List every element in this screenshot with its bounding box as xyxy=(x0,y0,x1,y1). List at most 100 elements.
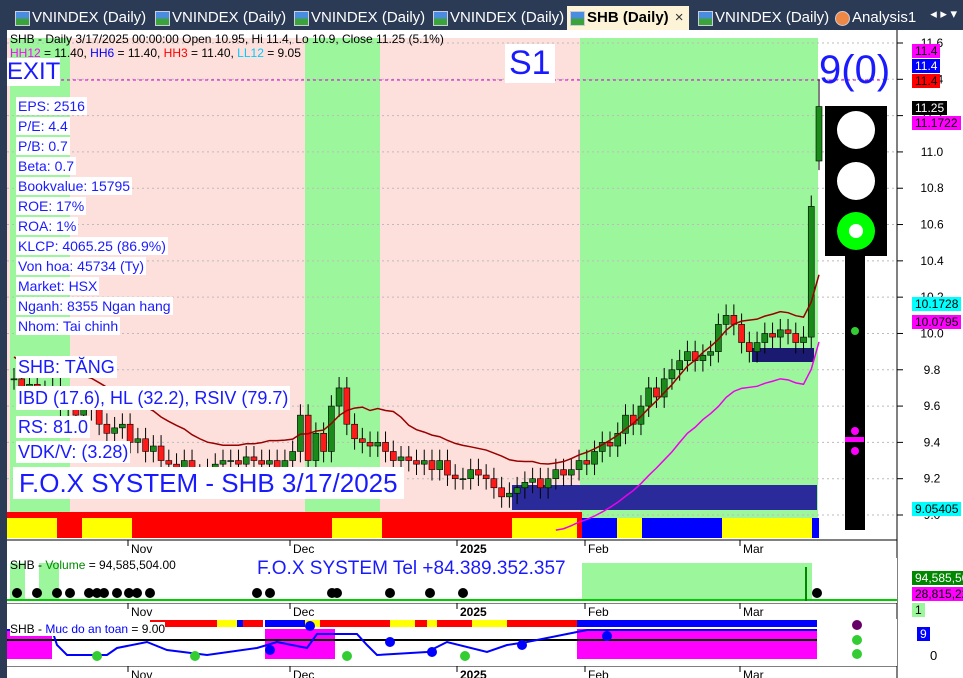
x-tick-label: 2025 xyxy=(460,605,487,619)
safety-symbol: SHB - xyxy=(10,622,46,636)
fundamental-item: Bookvalue: 15795 xyxy=(16,177,133,195)
candle-body xyxy=(436,460,444,470)
candle-body xyxy=(10,378,18,381)
fundamental-item: EPS: 2516 xyxy=(16,97,87,115)
close-tab-icon[interactable]: × xyxy=(675,9,684,26)
volume-value: = 94,585,504.00 xyxy=(85,558,176,572)
candle-body xyxy=(366,442,374,447)
safety-dot xyxy=(517,640,527,650)
safety-dot xyxy=(602,631,612,641)
candle-body xyxy=(544,478,552,489)
volume-dot xyxy=(32,588,42,598)
candle-body xyxy=(684,351,691,361)
signal-bar-segment xyxy=(617,518,642,538)
chart-header: SHB - Daily 3/17/2025 00:00:00 Open 10.9… xyxy=(10,32,444,46)
score-label: 9(0) xyxy=(819,48,891,92)
tab-shb[interactable]: SHB (Daily) × xyxy=(567,6,690,30)
signal-bar-segment xyxy=(642,518,722,538)
safety-bar-segment xyxy=(243,620,263,627)
signal-bar-segment xyxy=(582,518,617,538)
signal-bar-segment xyxy=(132,518,302,538)
candle-body xyxy=(111,427,118,434)
signal-bar-segment xyxy=(7,518,57,538)
candle-body xyxy=(242,456,250,465)
candle-body xyxy=(157,445,165,461)
chart-icon xyxy=(433,11,448,26)
candle-body xyxy=(815,106,823,162)
support-zone xyxy=(512,485,817,510)
candle-body xyxy=(335,387,343,407)
analysis-icon xyxy=(835,11,850,26)
candle-body xyxy=(451,474,459,479)
price-chart[interactable]: 11.611.411.211.010.810.610.410.210.09.89… xyxy=(7,30,963,678)
candle-body xyxy=(134,438,142,443)
x-tick-label: Feb xyxy=(588,542,609,556)
signal-bar-segment xyxy=(332,518,382,538)
safety-bar-segment xyxy=(390,620,415,627)
volume-dot xyxy=(252,588,262,598)
candle-body xyxy=(142,438,149,452)
rs-label: RS: 81.0 xyxy=(16,416,91,438)
safety-bar-segment xyxy=(472,620,507,627)
ratings-label: IBD (17.6), HL (32.2), RSIV (79.7) xyxy=(16,386,291,410)
tab-vnindex-5[interactable]: VNINDEX (Daily) xyxy=(695,6,829,30)
x-tick-label: Dec xyxy=(293,668,314,678)
tab-vnindex-4[interactable]: VNINDEX (Daily) xyxy=(430,6,564,30)
signal-bar-segment xyxy=(82,518,132,538)
candle-body xyxy=(498,487,505,498)
price-level-label: 11.4 xyxy=(912,44,941,58)
candle-body xyxy=(800,336,807,343)
candle-body xyxy=(397,456,405,461)
candle-body xyxy=(776,329,784,338)
volume-legend: SHB - Volume = 94,585,504.00 xyxy=(10,558,176,572)
chart-window[interactable]: 11.611.411.211.010.810.610.410.210.09.89… xyxy=(7,30,963,678)
candle-body xyxy=(792,333,800,343)
fundamental-item: Nganh: 8355 Ngan hang xyxy=(16,297,173,315)
candle-body xyxy=(428,460,436,470)
candle-body xyxy=(103,423,111,434)
volume-zone xyxy=(582,563,812,601)
volume-dot xyxy=(332,588,342,598)
fundamental-item: ROA: 1% xyxy=(16,217,79,235)
ll12-label: LL12 xyxy=(237,46,264,60)
safety-zone xyxy=(577,629,817,659)
candle-body xyxy=(537,478,544,489)
safety-name: Muc do an toan xyxy=(45,622,129,636)
signal-bar-segment xyxy=(722,518,812,538)
x-tick-label: Mar xyxy=(743,668,764,678)
tab-scroll-arrows[interactable]: ◂ ▸ ▾ xyxy=(930,6,957,22)
x-tick-label: Dec xyxy=(293,542,314,556)
tab-analysis1[interactable]: Analysis1 xyxy=(832,6,916,30)
light-yellow-off xyxy=(837,162,875,200)
tab-vnindex-3[interactable]: VNINDEX (Daily) xyxy=(291,6,425,30)
resistance-box xyxy=(752,348,814,362)
candle-body xyxy=(552,469,560,479)
candle-body xyxy=(645,387,653,407)
chart-icon xyxy=(294,11,309,26)
candle-body xyxy=(351,423,358,440)
safety-zero-tick: 0 xyxy=(930,648,938,663)
candle-body xyxy=(521,482,529,489)
candle-body xyxy=(761,333,769,343)
safety-legend-dot xyxy=(852,635,862,645)
tab-label: VNINDEX (Daily) xyxy=(32,9,147,26)
fundamental-item: Market: HSX xyxy=(16,277,100,295)
safety-legend: SHB - Muc do an toan = 9.00 xyxy=(10,622,166,636)
volume-dot xyxy=(99,588,109,598)
hh3-value: = 11.40, xyxy=(187,46,238,60)
candle-body xyxy=(699,354,707,361)
candle-body xyxy=(506,492,513,498)
tab-vnindex-2[interactable]: VNINDEX (Daily) xyxy=(152,6,286,30)
tab-vnindex-1[interactable]: VNINDEX (Daily) xyxy=(12,6,146,30)
candle-body xyxy=(250,456,258,461)
signal-bar-top xyxy=(7,512,582,518)
x-tick-label: Nov xyxy=(131,542,152,556)
volume-dot xyxy=(65,588,75,598)
fundamental-item: KLCP: 4065.25 (86.9%) xyxy=(16,237,168,255)
chart-icon xyxy=(15,11,30,26)
volume-dot xyxy=(265,588,275,598)
safety-dot-green xyxy=(342,651,352,661)
y-tick-label: 9.4 xyxy=(924,435,941,449)
fundamental-item: P/B: 0.7 xyxy=(16,137,70,155)
candle-body xyxy=(320,433,327,452)
